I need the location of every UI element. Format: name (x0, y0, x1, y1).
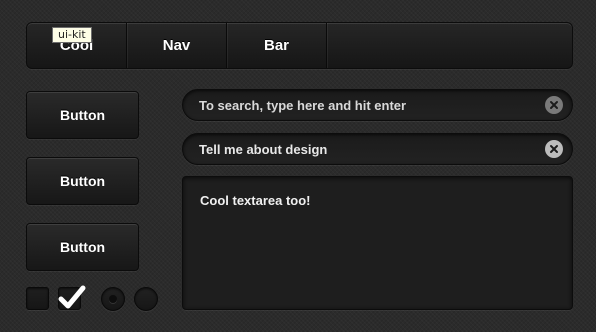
design-input[interactable] (199, 134, 529, 164)
radio-unselected[interactable] (134, 287, 158, 311)
radio-selected[interactable] (101, 287, 125, 311)
nav-bar: Cool Nav Bar (26, 22, 573, 69)
search-field (182, 89, 573, 121)
tooltip: ui-kit (52, 27, 92, 43)
button-3[interactable]: Button (26, 223, 139, 271)
textarea[interactable]: Cool textarea too! (183, 177, 572, 309)
textarea-frame: Cool textarea too! (182, 176, 573, 310)
button-2[interactable]: Button (26, 157, 139, 205)
clear-x-icon[interactable] (545, 96, 563, 114)
radio-dot (109, 295, 117, 303)
button-1[interactable]: Button (26, 91, 139, 139)
design-field (182, 133, 573, 165)
nav-item-nav[interactable]: Nav (127, 23, 227, 68)
checkmark-icon (58, 285, 86, 309)
clear-x-icon[interactable] (545, 140, 563, 158)
checkbox-unchecked[interactable] (26, 287, 49, 310)
nav-item-bar[interactable]: Bar (227, 23, 327, 68)
checkbox-checked[interactable] (58, 285, 86, 310)
search-input[interactable] (199, 90, 529, 120)
